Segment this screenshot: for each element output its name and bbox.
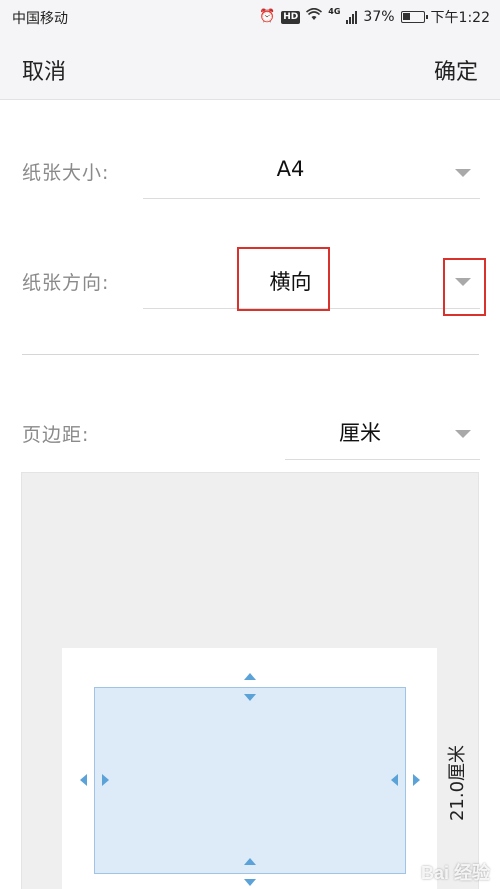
network-type: 4G (328, 7, 341, 16)
right-margin-right-arrow-icon[interactable] (413, 774, 420, 786)
chevron-down-icon (455, 430, 471, 438)
top-margin-down-arrow-icon[interactable] (244, 694, 256, 701)
page-height-label: 21.0厘米 (447, 744, 468, 822)
status-icons: ⏰ HD 4G 37% 下午1:22 (259, 7, 490, 27)
paper-size-underline (143, 198, 480, 199)
highlight-box-dropdown (443, 258, 486, 316)
signal-icon (346, 10, 358, 24)
printable-area (94, 687, 406, 874)
confirm-button[interactable]: 确定 (434, 54, 478, 86)
hd-icon: HD (281, 10, 301, 24)
top-margin-up-arrow-icon[interactable] (244, 673, 256, 680)
paper-size-select[interactable]: A4 (143, 145, 480, 199)
top-bar: 取消 确定 (0, 34, 500, 100)
bottom-margin-down-arrow-icon[interactable] (244, 879, 256, 886)
bottom-margin-up-arrow-icon[interactable] (244, 858, 256, 865)
paper-size-value: A4 (276, 157, 305, 181)
margin-unit-select[interactable]: 厘米 (285, 404, 480, 460)
battery-percent: 37% (363, 9, 395, 25)
margin-unit-value: 厘米 (339, 421, 381, 445)
wifi-icon (306, 7, 323, 27)
watermark-logo: Bai 经验 (420, 863, 490, 883)
cancel-button[interactable]: 取消 (22, 54, 66, 86)
right-margin-left-arrow-icon[interactable] (391, 774, 398, 786)
paper-size-label: 纸张大小: (22, 162, 110, 184)
carrier-name: 中国移动 (12, 11, 68, 27)
clock: 下午1:22 (430, 10, 490, 26)
battery-icon (400, 11, 428, 23)
left-margin-right-arrow-icon[interactable] (102, 774, 109, 786)
margins-label: 页边距: (22, 424, 90, 446)
section-divider (22, 354, 479, 355)
margin-unit-underline (285, 459, 480, 460)
highlight-box-value (237, 247, 330, 311)
chevron-down-icon (455, 169, 471, 177)
paper-orientation-label: 纸张方向: (22, 272, 110, 294)
status-bar: 中国移动 ⏰ HD 4G 37% 下午1:22 (0, 0, 500, 34)
alarm-icon: ⏰ (259, 9, 276, 24)
left-margin-left-arrow-icon[interactable] (80, 774, 87, 786)
